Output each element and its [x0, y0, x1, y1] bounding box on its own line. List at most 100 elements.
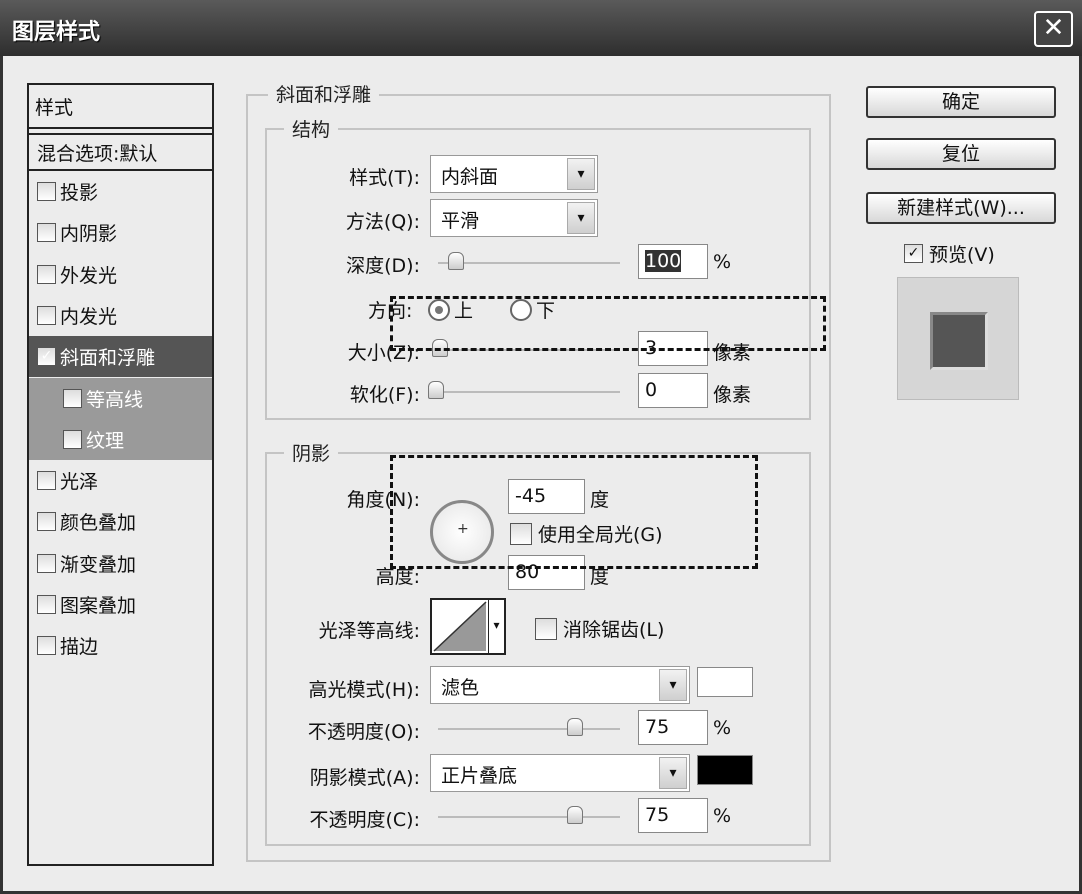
- style-item[interactable]: 纹理: [29, 418, 212, 460]
- style-item-label: 纹理: [86, 429, 125, 452]
- style-label: 样式(T):: [349, 167, 420, 189]
- highlight-opacity-label: 不透明度(O):: [307, 721, 420, 743]
- style-item-label: 颜色叠加: [60, 512, 137, 535]
- shadow-opacity-thumb[interactable]: [567, 806, 583, 824]
- checkbox-icon: [37, 223, 56, 243]
- highlight-opacity-input[interactable]: 75: [638, 710, 708, 745]
- style-item[interactable]: ✓ 斜面和浮雕: [29, 336, 212, 378]
- highlight-opacity-track[interactable]: [438, 728, 620, 730]
- style-item[interactable]: 颜色叠加: [29, 501, 212, 542]
- soften-slider-thumb[interactable]: [428, 381, 444, 399]
- reset-button[interactable]: 复位: [866, 138, 1056, 170]
- shadow-mode-label: 阴影模式(A):: [309, 767, 420, 789]
- structure-title: 结构: [284, 115, 339, 142]
- depth-label: 深度(D):: [346, 255, 420, 277]
- annotation-box: [390, 455, 758, 569]
- shadow-color-swatch[interactable]: [697, 755, 753, 785]
- technique-select[interactable]: 平滑 ▾: [430, 199, 598, 237]
- chevron-down-icon: ▾: [659, 757, 687, 789]
- ok-button[interactable]: 确定: [866, 86, 1056, 118]
- checkbox-icon: [535, 617, 557, 640]
- style-item-label: 斜面和浮雕: [60, 347, 156, 370]
- soften-unit: 像素: [713, 384, 752, 406]
- checkbox-icon: [63, 429, 82, 449]
- depth-slider-track[interactable]: [438, 262, 620, 264]
- preview-label: 预览(V): [929, 244, 995, 266]
- anti-alias-checkbox[interactable]: 消除锯齿(L): [535, 615, 664, 642]
- depth-slider-thumb[interactable]: [448, 252, 464, 270]
- gloss-contour-label: 光泽等高线:: [318, 620, 420, 642]
- highlight-color-swatch[interactable]: [697, 667, 753, 697]
- styles-list: 样式 混合选项:默认 投影 内阴影 外发光 内发光 ✓ 斜面和浮雕 等高线 纹理 光泽 颜色叠加渐…: [27, 83, 214, 866]
- style-item-label: 光泽: [60, 471, 99, 494]
- shadow-opacity-label: 不透明度(C):: [309, 809, 421, 831]
- style-item-label: 投影: [60, 182, 99, 204]
- style-select[interactable]: 内斜面 ▾: [430, 155, 598, 193]
- style-item[interactable]: 投影: [29, 171, 212, 212]
- shadow-opacity-input[interactable]: 75: [638, 798, 708, 833]
- style-item-label: 描边: [60, 636, 99, 659]
- checkbox-icon: [37, 471, 56, 491]
- style-item-label: 内阴影: [60, 223, 118, 246]
- style-item-label: 渐变叠加: [60, 553, 137, 576]
- style-item[interactable]: 外发光: [29, 254, 212, 295]
- depth-value: 100: [645, 250, 682, 272]
- depth-unit: %: [713, 251, 732, 273]
- style-item-label: 外发光: [60, 264, 118, 287]
- style-item[interactable]: 内发光: [29, 295, 212, 336]
- preview-checkbox[interactable]: ✓ 预览(V): [904, 240, 995, 267]
- checkbox-icon: [37, 264, 56, 284]
- checkbox-icon: [37, 512, 56, 532]
- dialog-title: 图层样式: [12, 20, 101, 45]
- chevron-down-icon: ▾: [567, 202, 595, 234]
- style-item-label: 等高线: [86, 388, 144, 411]
- chevron-down-icon: ▾: [488, 600, 504, 653]
- preview-thumbnail: [897, 277, 1019, 400]
- shadow-mode-select[interactable]: 正片叠底 ▾: [430, 754, 690, 792]
- gloss-contour-picker[interactable]: ▾: [430, 598, 506, 655]
- style-item[interactable]: 描边: [29, 625, 212, 666]
- depth-input[interactable]: 100: [638, 244, 708, 279]
- new-style-button[interactable]: 新建样式(W)...: [866, 192, 1056, 224]
- style-item-label: 图案叠加: [60, 595, 137, 617]
- styles-list-header[interactable]: 样式: [29, 85, 212, 129]
- highlight-opacity-thumb[interactable]: [567, 718, 583, 736]
- annotation-box: [390, 296, 826, 351]
- style-item[interactable]: 渐变叠加: [29, 543, 212, 584]
- style-item[interactable]: 等高线: [29, 377, 212, 419]
- style-item[interactable]: 图案叠加: [29, 584, 212, 625]
- checkbox-icon: [63, 388, 82, 408]
- anti-alias-label: 消除锯齿(L): [563, 619, 665, 641]
- style-value: 内斜面: [441, 166, 499, 188]
- check-icon: ✓: [37, 347, 56, 367]
- style-item[interactable]: 内阴影: [29, 212, 212, 253]
- checkbox-icon: [37, 636, 56, 656]
- title-bar: [0, 0, 1082, 56]
- percent-unit: %: [713, 717, 732, 739]
- close-button[interactable]: ✕: [1034, 11, 1073, 47]
- shadow-opacity-track[interactable]: [438, 816, 620, 818]
- shadow-mode-value: 正片叠底: [441, 765, 518, 787]
- style-item-label: 内发光: [60, 305, 118, 328]
- checkbox-icon: [37, 595, 56, 614]
- checkbox-icon: [37, 182, 56, 201]
- preview-swatch: [930, 312, 988, 370]
- technique-value: 平滑: [441, 210, 480, 232]
- shading-title: 阴影: [284, 439, 339, 466]
- checkbox-icon: [37, 553, 56, 573]
- technique-label: 方法(Q):: [345, 211, 420, 233]
- percent-unit: %: [713, 805, 732, 827]
- contour-linear-icon: [433, 601, 487, 652]
- chevron-down-icon: ▾: [659, 669, 687, 701]
- highlight-mode-select[interactable]: 滤色 ▾: [430, 666, 690, 704]
- check-icon: ✓: [904, 244, 923, 263]
- soften-input[interactable]: 0: [638, 373, 708, 408]
- blend-options-item[interactable]: 混合选项:默认: [29, 135, 212, 171]
- soften-label: 软化(F):: [349, 384, 420, 406]
- highlight-mode-label: 高光模式(H):: [308, 679, 420, 701]
- soften-slider-track[interactable]: [438, 391, 620, 393]
- highlight-mode-value: 滤色: [441, 677, 480, 699]
- style-item[interactable]: 光泽: [29, 460, 212, 501]
- blend-options-label: 混合选项:默认: [37, 142, 158, 165]
- chevron-down-icon: ▾: [567, 158, 595, 190]
